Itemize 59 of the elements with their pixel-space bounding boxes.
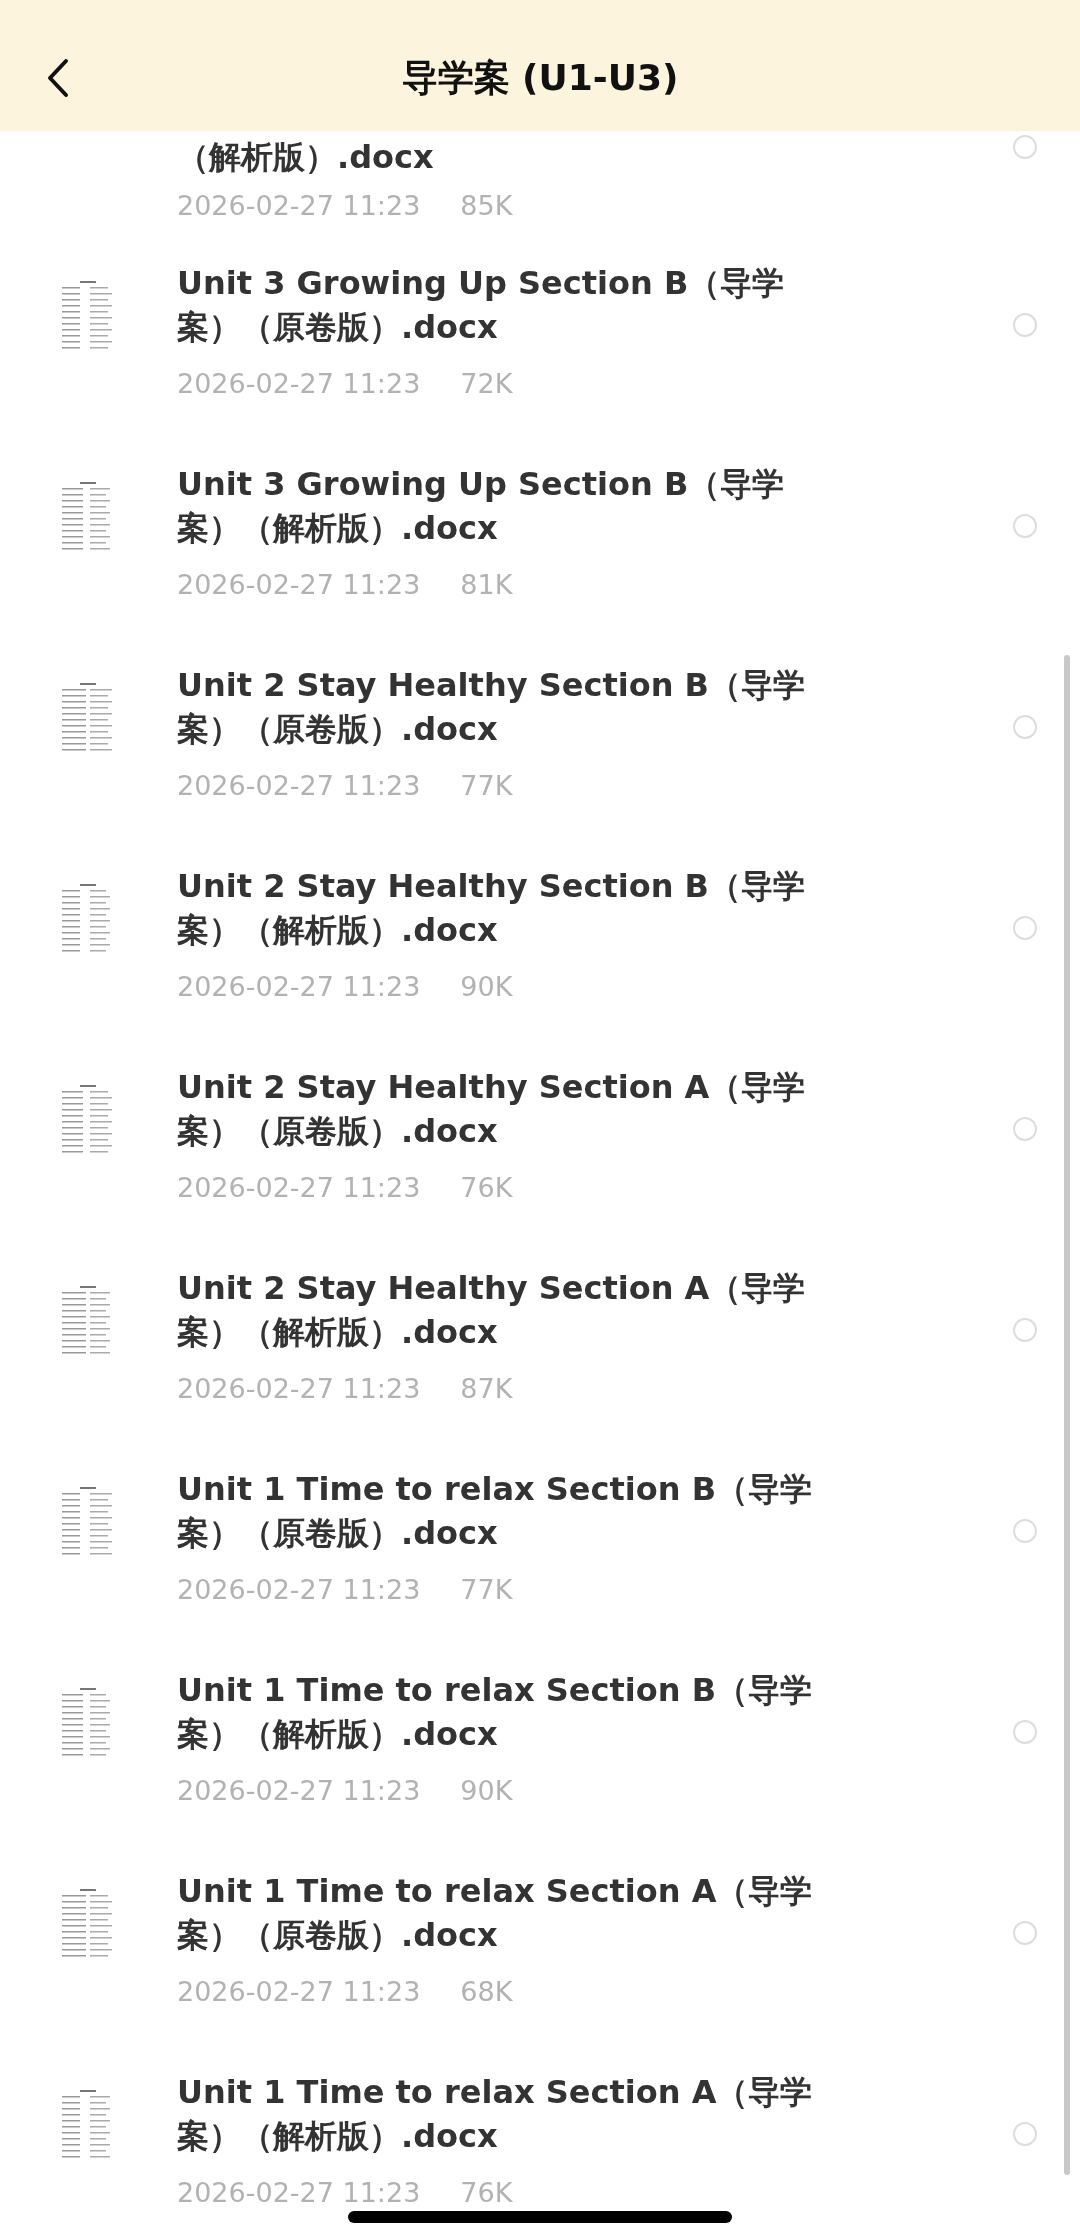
file-name: Unit 3 Growing Up Section B（导学案）（原卷版）.docx [177, 263, 786, 348]
file-date: 2026-02-27 11:23 [177, 1774, 421, 1808]
radio-button[interactable] [1013, 1720, 1037, 1744]
file-name: Unit 1 Time to relax Section B（导学案）（解析版）.docx [177, 1670, 814, 1755]
home-indicator[interactable] [348, 2211, 732, 2223]
file-size: 77K [460, 1573, 513, 1607]
radio-button[interactable] [1013, 916, 1037, 940]
file-date: 2026-02-27 11:23 [177, 769, 421, 803]
file-name: Unit 2 Stay Healthy Section B（导学案）（解析版）.docx [177, 866, 806, 951]
file-size: 72K [460, 367, 513, 401]
file-item[interactable]: Unit 1 Time to relax Section B（导学案）（原卷版）.docx 2026-02-27 11:23 77K [0, 1435, 1080, 1636]
file-date: 2026-02-27 11:23 [177, 189, 421, 223]
radio-button[interactable] [1013, 715, 1037, 739]
radio-button[interactable] [1013, 1318, 1037, 1342]
file-size: 85K [460, 189, 513, 223]
file-name: Unit 1 Time to relax Section B（导学案）（原卷版）.docx [177, 1469, 814, 1554]
file-size: 81K [460, 568, 513, 602]
file-item[interactable]: Unit 3 Growing Up Section B（导学案）（解析版）.docx 2026-02-27 11:23 81K [0, 430, 1080, 631]
back-icon[interactable] [46, 58, 70, 98]
file-date: 2026-02-27 11:23 [177, 367, 421, 401]
file-item[interactable]: Unit 1 Time to relax Section B（导学案）（解析版）.docx 2026-02-27 11:23 90K [0, 1636, 1080, 1837]
file-item[interactable]: Unit 2 Stay Healthy Section B（导学案）（解析版）.docx 2026-02-27 11:23 90K [0, 832, 1080, 1033]
file-item[interactable]: Unit 2 Stay Healthy Section B（导学案）（原卷版）.docx 2026-02-27 11:23 77K [0, 631, 1080, 832]
file-size: 90K [460, 1774, 513, 1808]
file-name: Unit 1 Time to relax Section A（导学案）（解析版）.docx [177, 2072, 814, 2157]
radio-button[interactable] [1013, 1519, 1037, 1543]
file-item[interactable]: Unit 1 Time to relax Section A（导学案）（解析版）.docx 2026-02-27 11:23 76K [0, 2038, 1080, 2231]
file-size: 77K [460, 769, 513, 803]
radio-button[interactable] [1013, 135, 1037, 159]
radio-button[interactable] [1013, 2122, 1037, 2146]
file-name: Unit 1 Time to relax Section A（导学案）（原卷版）.docx [177, 1871, 814, 1956]
radio-button[interactable] [1013, 1921, 1037, 1945]
radio-button[interactable] [1013, 1117, 1037, 1141]
file-size: 90K [460, 970, 513, 1004]
page-title: 导学案 (U1-U3) [401, 56, 679, 100]
file-date: 2026-02-27 11:23 [177, 1573, 421, 1607]
file-item[interactable]: Unit 2 Stay Healthy Section A（导学案）（解析版）.docx 2026-02-27 11:23 87K [0, 1234, 1080, 1435]
file-date: 2026-02-27 11:23 [177, 1372, 421, 1406]
file-name: （解析版）.docx [177, 137, 435, 178]
file-item[interactable]: Unit 3 Growing Up Section B（导学案）（原卷版）.docx 2026-02-27 11:23 72K [0, 229, 1080, 430]
radio-button[interactable] [1013, 514, 1037, 538]
file-name: Unit 3 Growing Up Section B（导学案）（解析版）.docx [177, 464, 786, 549]
file-item[interactable]: Unit 1 Time to relax Section A（导学案）（原卷版）.docx 2026-02-27 11:23 68K [0, 1837, 1080, 2038]
file-date: 2026-02-27 11:23 [177, 1975, 421, 2009]
file-size: 87K [460, 1372, 513, 1406]
file-size: 68K [460, 1975, 513, 2009]
file-date: 2026-02-27 11:23 [177, 2176, 421, 2210]
file-item[interactable]: Unit 2 Stay Healthy Section A（导学案）（原卷版）.docx 2026-02-27 11:23 76K [0, 1033, 1080, 1234]
file-date: 2026-02-27 11:23 [177, 970, 421, 1004]
radio-button[interactable] [1013, 313, 1037, 337]
file-name: Unit 2 Stay Healthy Section A（导学案）（原卷版）.docx [177, 1067, 807, 1152]
file-size: 76K [460, 1171, 513, 1205]
file-name: Unit 2 Stay Healthy Section B（导学案）（原卷版）.docx [177, 665, 806, 750]
file-item[interactable]: （解析版）.docx 2026-02-27 11:23 85K [0, 131, 1080, 229]
scrollbar[interactable] [1064, 655, 1070, 2175]
file-date: 2026-02-27 11:23 [177, 568, 421, 602]
file-date: 2026-02-27 11:23 [177, 1171, 421, 1205]
file-name: Unit 2 Stay Healthy Section A（导学案）（解析版）.docx [177, 1268, 807, 1353]
file-size: 76K [460, 2176, 513, 2210]
